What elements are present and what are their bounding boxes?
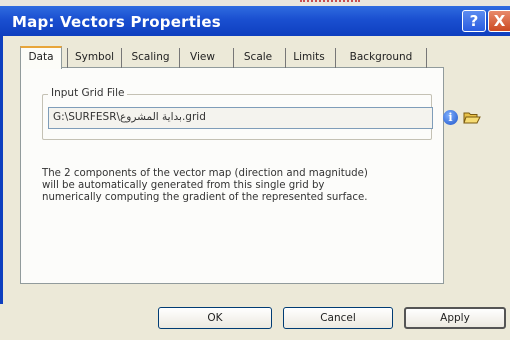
tab-scaling[interactable]: Scaling — [121, 48, 179, 68]
background-dots — [300, 0, 360, 5]
cancel-button[interactable]: Cancel — [283, 307, 393, 329]
description-text: The 2 components of the vector map (dire… — [42, 168, 368, 203]
input-grid-group-label: Input Grid File — [48, 87, 128, 99]
grid-file-input[interactable]: G:\SURFESR\بداية المشروع.grid — [48, 107, 433, 129]
close-button[interactable]: X — [488, 10, 510, 32]
open-folder-icon[interactable] — [463, 110, 481, 125]
help-button[interactable]: ? — [462, 10, 486, 32]
tab-background[interactable]: Background — [335, 48, 427, 68]
apply-button[interactable]: Apply — [404, 307, 506, 329]
tab-view[interactable]: View — [179, 48, 225, 68]
info-icon[interactable]: i — [443, 110, 458, 125]
tab-symbol[interactable]: Symbol — [67, 48, 121, 68]
window-title: Map: Vectors Properties — [12, 13, 221, 31]
ok-button[interactable]: OK — [158, 307, 272, 329]
tab-limits[interactable]: Limits — [285, 48, 332, 68]
window-frame-edge — [0, 36, 3, 304]
tab-scale[interactable]: Scale — [233, 48, 282, 68]
title-bar[interactable]: Map: Vectors Properties ? X — [0, 6, 510, 36]
tab-strip: Data Symbol Scaling View Scale Limits Ba… — [20, 46, 450, 69]
tab-data[interactable]: Data — [20, 46, 62, 69]
